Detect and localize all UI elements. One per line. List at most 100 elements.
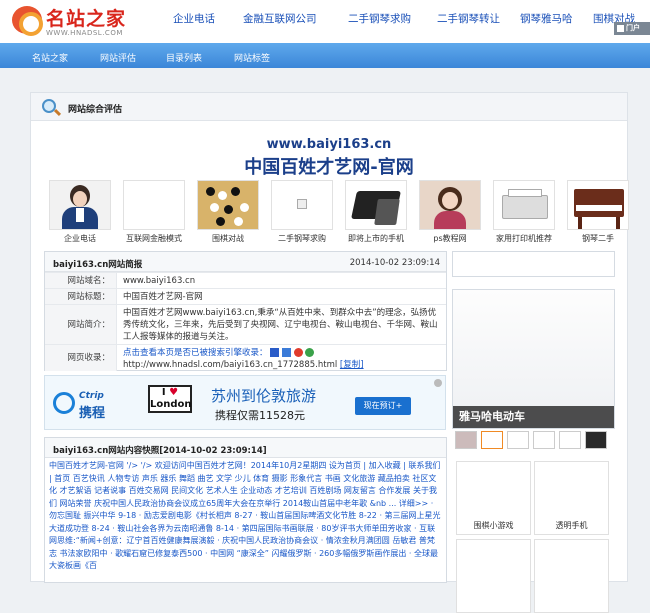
engine-icon-2[interactable] bbox=[281, 348, 291, 357]
brief-row-intro: 网站简介： 中国百姓才艺网www.baiyi163.cn,秉承“从百姓中来、到群… bbox=[45, 304, 446, 344]
snapshot-title: baiyi163.cn网站内容快照[2014-10-02 23:09:14] bbox=[53, 446, 267, 456]
row-value: 点击查看本页是否已被搜索引擎收录： http://www.hnadsl.com/… bbox=[123, 347, 442, 371]
thumb-caption: 即将上市的手机 bbox=[348, 234, 404, 243]
snapshot-text: 中国百姓才艺网-官网 '/> '/> 欢迎访问中国百姓才艺网！2014年10月2… bbox=[49, 461, 441, 570]
brief-header: baiyi163.cn网站简报 2014-10-02 23:09:14 bbox=[45, 252, 446, 272]
site-domain[interactable]: www.baiyi163.cn bbox=[31, 137, 627, 152]
ad-title: 苏州到伦敦旅游 bbox=[211, 387, 317, 405]
carousel-thumb-6[interactable] bbox=[585, 431, 607, 449]
portal-badge[interactable]: 门户 bbox=[614, 22, 650, 35]
main-panel: 网站综合评估 www.baiyi163.cn 中国百姓才艺网-官网 企业电话 互… bbox=[30, 92, 629, 613]
side-image: 雅马哈电动车 bbox=[453, 290, 614, 428]
thumb-image bbox=[419, 180, 481, 230]
carousel-thumbs bbox=[455, 431, 615, 449]
book-now-button[interactable]: 现在预订+ bbox=[355, 397, 411, 415]
thumb-item[interactable]: 互联网金融模式 bbox=[118, 180, 190, 246]
ctrip-ad-banner[interactable]: Ctrip 携程 I ♥ London 苏州到伦敦旅游 携程仅需11528元 现… bbox=[44, 375, 446, 430]
heart-icon: ♥ bbox=[169, 387, 179, 398]
row-value: 中国百姓才艺网www.baiyi163.cn,秉承“从百姓中来、到群众中去”的理… bbox=[123, 308, 438, 342]
brief-row-domain: 网站域名： www.baiyi163.cn bbox=[45, 272, 446, 288]
ctrip-brand-en: Ctrip bbox=[79, 391, 104, 401]
main-nav: 名站之家 网站评估 目录列表 网站标签 bbox=[0, 43, 650, 68]
thumb-caption: ps教程网 bbox=[433, 234, 467, 243]
ctrip-brand-cn: 携程 bbox=[79, 406, 106, 421]
row-label: 网站标题： bbox=[45, 289, 117, 304]
search-engine-icons bbox=[270, 348, 315, 358]
row-label: 网站域名： bbox=[45, 273, 117, 288]
thumbnail-strip: 企业电话 互联网金融模式 围棋对战 二手钢琴求购 即将上市的手机 ps教程网 家… bbox=[44, 180, 629, 246]
portal-icon bbox=[617, 25, 624, 32]
thumb-item[interactable]: 二手钢琴求购 bbox=[266, 180, 338, 246]
engine-icon-3[interactable] bbox=[293, 348, 303, 357]
ctrip-logo: Ctrip 携程 bbox=[53, 390, 128, 421]
nav-item-evaluate[interactable]: 网站评估 bbox=[100, 51, 136, 64]
carousel-thumb-4[interactable] bbox=[533, 431, 555, 449]
brief-row-title: 网站标题： 中国百姓才艺网-官网 bbox=[45, 288, 446, 304]
top-link-5[interactable]: 钢琴雅马哈 bbox=[520, 11, 573, 26]
grid-item[interactable] bbox=[534, 539, 609, 613]
nav-item-home[interactable]: 名站之家 bbox=[32, 51, 68, 64]
thumb-image bbox=[49, 180, 111, 230]
grid-item-go-game[interactable]: 围棋小游戏 bbox=[456, 461, 531, 535]
row-value[interactable]: www.baiyi163.cn bbox=[123, 273, 442, 289]
i-love-london-sign: I ♥ London bbox=[148, 385, 192, 413]
top-link-4[interactable]: 二手钢琴转让 bbox=[437, 11, 500, 26]
carousel-thumb-3[interactable] bbox=[507, 431, 529, 449]
site-logo[interactable]: 名站之家 WWW.HNADSL.COM bbox=[12, 4, 162, 40]
logo-name: 名站之家 bbox=[46, 8, 127, 30]
thumb-image bbox=[493, 180, 555, 230]
row-value: 中国百姓才艺网-官网 bbox=[123, 292, 203, 302]
thumb-caption: 围棋对战 bbox=[212, 234, 244, 243]
section-header: 网站综合评估 bbox=[31, 93, 627, 121]
thumb-caption: 互联网金融模式 bbox=[126, 234, 182, 243]
top-bar: 名站之家 WWW.HNADSL.COM 企业电话 金融互联网公司 二手钢琴求购 … bbox=[0, 0, 650, 43]
copy-link[interactable]: [复制] bbox=[340, 360, 364, 370]
row-label: 网站简介： bbox=[45, 305, 117, 344]
thumb-item[interactable]: 企业电话 bbox=[44, 180, 116, 246]
grid-caption: 透明手机 bbox=[555, 521, 588, 530]
top-link-3[interactable]: 二手钢琴求购 bbox=[348, 11, 411, 26]
thumb-item[interactable]: 即将上市的手机 bbox=[340, 180, 412, 246]
side-image-card[interactable]: 雅马哈电动车 bbox=[452, 289, 615, 429]
engine-icon-1[interactable] bbox=[270, 348, 280, 357]
carousel-thumb-5[interactable] bbox=[559, 431, 581, 449]
index-text: 点击查看本页是否已被搜索引擎收录： bbox=[123, 348, 268, 358]
row-label: 网页收录： bbox=[45, 345, 117, 371]
thumb-image bbox=[271, 180, 333, 230]
logo-url: WWW.HNADSL.COM bbox=[46, 29, 123, 37]
engine-icon-4[interactable] bbox=[305, 348, 315, 357]
ad-subtitle: 携程仅需11528元 bbox=[215, 409, 305, 422]
section-title: 网站综合评估 bbox=[68, 105, 123, 115]
brief-title: baiyi163.cn网站简报 bbox=[53, 260, 143, 270]
grid-item[interactable] bbox=[456, 539, 531, 613]
snapshot-card: baiyi163.cn网站内容快照[2014-10-02 23:09:14] 中… bbox=[44, 437, 447, 583]
top-link-1[interactable]: 企业电话 bbox=[173, 11, 215, 26]
carousel-thumb-1[interactable] bbox=[455, 431, 477, 449]
thumb-caption: 企业电话 bbox=[64, 234, 96, 243]
thumb-image bbox=[567, 180, 629, 230]
ad-badge-icon[interactable] bbox=[434, 379, 442, 387]
thumb-item[interactable]: ps教程网 bbox=[414, 180, 486, 246]
top-link-2[interactable]: 金融互联网公司 bbox=[243, 11, 317, 26]
snapshot-header: baiyi163.cn网站内容快照[2014-10-02 23:09:14] bbox=[45, 438, 446, 458]
nav-item-tags[interactable]: 网站标签 bbox=[234, 51, 270, 64]
carousel-thumb-2[interactable] bbox=[481, 431, 503, 449]
thumb-item[interactable]: 围棋对战 bbox=[192, 180, 264, 246]
ctrip-logo-icon bbox=[53, 392, 75, 414]
nav-item-directory[interactable]: 目录列表 bbox=[166, 51, 202, 64]
grid-item-transparent-phone[interactable]: 透明手机 bbox=[534, 461, 609, 535]
logo-mark-icon bbox=[12, 6, 43, 36]
grid-caption: 围棋小游戏 bbox=[473, 521, 514, 530]
magnifier-icon bbox=[42, 99, 56, 113]
thumb-caption: 钢琴二手 bbox=[582, 234, 614, 243]
site-title: 中国百姓才艺网-官网 bbox=[244, 157, 414, 178]
thumb-item[interactable]: 钢琴二手 bbox=[562, 180, 634, 246]
thumb-image bbox=[123, 180, 185, 230]
thumb-item[interactable]: 家用打印机推荐 bbox=[488, 180, 560, 246]
side-grid: 围棋小游戏 透明手机 bbox=[452, 459, 615, 613]
site-brief-card: baiyi163.cn网站简报 2014-10-02 23:09:14 网站域名… bbox=[44, 251, 447, 371]
page-link[interactable]: http://www.hnadsl.com/baiyi163.cn_177288… bbox=[123, 360, 337, 370]
thumb-caption: 二手钢琴求购 bbox=[278, 234, 326, 243]
thumb-image bbox=[345, 180, 407, 230]
brief-date: 2014-10-02 23:09:14 bbox=[349, 258, 440, 268]
